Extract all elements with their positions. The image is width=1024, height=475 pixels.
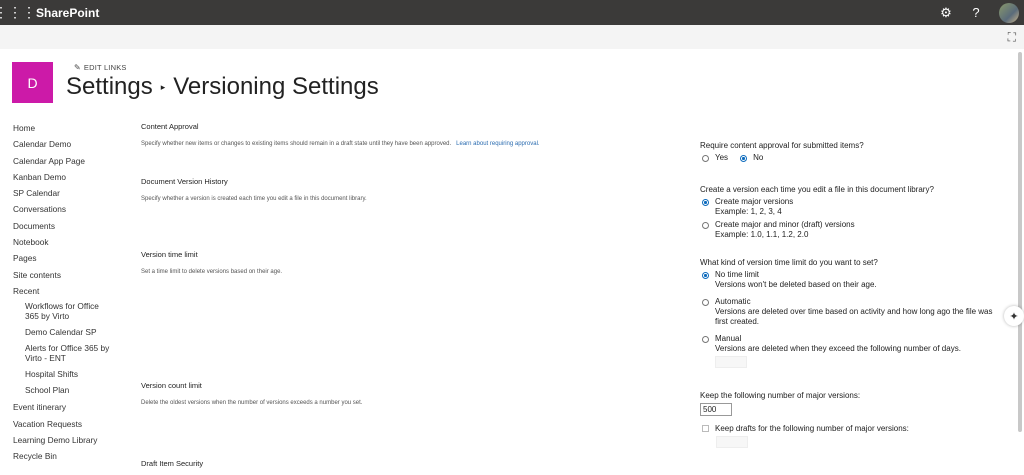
nav-item-learning-demo-library[interactable]: Learning Demo Library [13,434,123,450]
gear-icon[interactable]: ⚙ [931,5,961,21]
approval-yes-radio[interactable] [702,154,709,162]
section-title: Version time limit [141,250,198,259]
focus-mode-icon[interactable]: ⛶ [1008,30,1016,45]
section-description: Specify whether new items or changes to … [141,141,661,147]
automatic-desc: Versions are deleted over time based on … [715,307,993,326]
nav-item-recent[interactable]: Recent [13,285,123,301]
site-logo-letter: D [27,74,38,91]
version-history-control: Create a version each time you edit a fi… [700,185,1000,240]
recent-item[interactable]: Workflows for Office 365 by Virto [25,301,107,321]
nav-item-recycle-bin[interactable]: Recycle Bin [13,450,123,466]
section-version-time-limit: Version time limit Set a time limit to d… [141,250,661,275]
manual-desc: Versions are deleted when they exceed th… [715,344,961,353]
breadcrumb-settings[interactable]: Settings [66,73,153,100]
approval-no-label: No [753,153,764,162]
count-limit-control: Keep the following number of major versi… [700,391,1000,448]
recent-item[interactable]: Alerts for Office 365 by Virto - ENT [25,343,115,363]
major-versions-option[interactable]: Create major versions Example: 1, 2, 3, 4 [700,197,1000,217]
history-question: Create a version each time you edit a fi… [700,185,934,194]
recent-item[interactable]: Hospital Shifts [25,369,123,379]
command-bar: ⛶ [0,25,1024,49]
time-limit-control: What kind of version time limit do you w… [700,258,1000,368]
section-content-approval: Content Approval Specify whether new ite… [141,122,661,147]
nav-item-calendar-app-page[interactable]: Calendar App Page [13,155,123,171]
section-version-count-limit: Version count limit Delete the oldest ve… [141,381,661,406]
major-versions-label: Create major versions [715,197,794,206]
manual-radio[interactable] [702,335,709,343]
nav-item-conversations[interactable]: Conversations [13,203,123,219]
minor-versions-example: Example: 1.0, 1.1, 1.2, 2.0 [715,230,809,239]
automatic-label: Automatic [715,297,751,306]
app-launcher-waffle-icon[interactable]: ⋮⋮⋮ [0,0,36,25]
nav-item-pages[interactable]: Pages [13,252,123,268]
section-description: Specify whether a version is created eac… [141,196,367,202]
site-logo[interactable]: D [12,62,53,103]
section-description-text: Specify whether new items or changes to … [141,141,452,147]
approval-no-radio[interactable] [740,154,748,162]
approval-question: Require content approval for submitted i… [700,141,864,150]
pencil-icon: ✎ [74,63,81,72]
minor-versions-label: Create major and minor (draft) versions [715,220,855,229]
brand-name[interactable]: SharePoint [36,6,99,20]
vertical-scrollbar[interactable] [1018,52,1022,432]
suite-bar: ⋮⋮⋮ SharePoint ⚙ ? [0,0,1024,25]
section-title: Draft Item Security [141,459,204,468]
manual-option[interactable]: Manual Versions are deleted when they exc… [700,334,1000,368]
manual-days-input[interactable] [715,356,747,368]
minor-versions-radio[interactable] [702,221,709,229]
manual-label: Manual [715,334,742,343]
approval-yes-label: Yes [715,153,729,162]
drafts-count-input[interactable] [716,436,748,448]
edit-links-label: EDIT LINKS [83,63,127,72]
major-versions-count-input[interactable]: 500 [700,403,732,416]
nav-item-site-contents[interactable]: Site contents [13,269,123,285]
keep-drafts-label: Keep drafts for the following number of … [715,424,909,433]
nav-item-sp-calendar[interactable]: SP Calendar [13,187,123,203]
nav-item-notebook[interactable]: Notebook [13,236,123,252]
copilot-sparkle-icon[interactable]: ✦ [1004,306,1024,326]
automatic-radio[interactable] [702,298,709,306]
section-description: Delete the oldest versions when the numb… [141,400,363,406]
section-title: Version count limit [141,381,202,390]
recent-item[interactable]: School Plan [25,385,123,395]
no-time-limit-desc: Versions won't be deleted based on their… [715,280,877,289]
section-title: Content Approval [141,122,199,131]
nav-item-calendar-demo[interactable]: Calendar Demo [13,138,123,154]
quick-launch-nav: Home Calendar Demo Calendar App Page Kan… [13,122,123,466]
minor-versions-option[interactable]: Create major and minor (draft) versions E… [700,220,1000,240]
avatar[interactable] [999,2,1019,23]
approval-yes-option[interactable]: Yes [700,153,728,163]
breadcrumb-current: Versioning Settings [173,73,379,100]
recent-item[interactable]: Demo Calendar SP [25,327,123,337]
no-time-limit-radio[interactable] [702,271,709,279]
nav-item-home[interactable]: Home [13,122,123,138]
time-limit-question: What kind of version time limit do you w… [700,258,878,267]
keep-drafts-checkbox[interactable] [702,425,709,432]
keep-drafts-option[interactable]: Keep drafts for the following number of … [700,424,1000,434]
approval-no-option[interactable]: No [738,153,763,163]
section-description: Set a time limit to delete versions base… [141,269,283,275]
no-time-limit-option[interactable]: No time limit Versions won't be deleted b… [700,270,1000,290]
section-draft-item-security: Draft Item Security [141,459,661,468]
learn-approval-link[interactable]: Learn about requiring approval. [456,141,539,147]
recent-list: Workflows for Office 365 by Virto Demo C… [13,301,123,395]
breadcrumb-separator: ▸ [160,82,166,93]
edit-links-button[interactable]: ✎ EDIT LINKS [74,63,127,72]
page-title: Settings ▸ Versioning Settings [66,73,379,101]
approval-control: Require content approval for submitted i… [700,141,1000,163]
major-versions-count-question: Keep the following number of major versi… [700,391,861,400]
major-versions-radio[interactable] [702,198,709,206]
no-time-limit-label: No time limit [715,270,760,279]
automatic-option[interactable]: Automatic Versions are deleted over time … [700,297,1000,327]
nav-item-documents[interactable]: Documents [13,220,123,236]
help-icon[interactable]: ? [961,5,991,20]
nav-item-event-itinerary[interactable]: Event itinerary [13,401,123,417]
nav-item-kanban-demo[interactable]: Kanban Demo [13,171,123,187]
section-version-history: Document Version History Specify whether… [141,177,661,202]
major-versions-example: Example: 1, 2, 3, 4 [715,207,782,216]
section-title: Document Version History [141,177,228,186]
nav-item-vacation-requests[interactable]: Vacation Requests [13,418,123,434]
